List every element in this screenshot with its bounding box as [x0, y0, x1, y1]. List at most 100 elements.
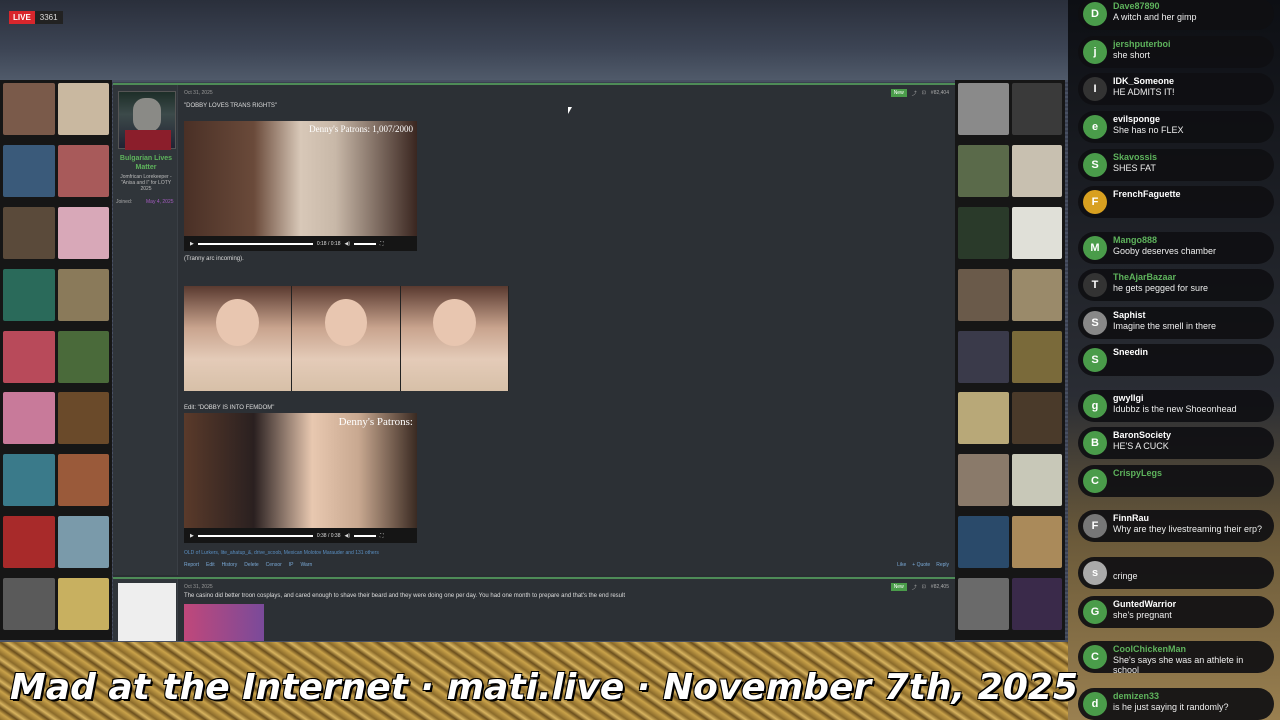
- chat-message: F FinnRau Why are they livestreaming their…: [1078, 510, 1274, 542]
- stream-top-bar: LIVE 3361: [0, 0, 1070, 80]
- post-reply-actions: Like + Quote Reply: [897, 562, 949, 568]
- post-number[interactable]: #82,404: [931, 90, 949, 96]
- volume-icon[interactable]: ◀): [345, 241, 351, 247]
- censor-link[interactable]: Censor: [266, 562, 282, 568]
- video-overlay-text: Denny's Patrons:: [338, 416, 413, 428]
- chat-username[interactable]: Skavossis: [1113, 152, 1157, 162]
- avatar[interactable]: [118, 91, 176, 150]
- chat-avatar[interactable]: C: [1083, 645, 1107, 669]
- play-icon[interactable]: ▶: [190, 533, 194, 539]
- chat-avatar[interactable]: F: [1083, 514, 1107, 538]
- reactions-summary[interactable]: OLD of Lurkers, lite_ahatup_&, drive_sco…: [184, 550, 379, 556]
- chat-message: C CrispyLegs: [1078, 465, 1274, 497]
- chat-avatar[interactable]: g: [1083, 394, 1107, 418]
- chat-username[interactable]: evilsponge: [1113, 114, 1160, 124]
- chat-username[interactable]: FrenchFaguette: [1113, 189, 1181, 199]
- video-controls: ▶ 0:18 / 0:18 ◀) ⛶: [184, 236, 417, 251]
- chat-username[interactable]: BaronSociety: [1113, 430, 1171, 440]
- report-link[interactable]: Report: [184, 562, 199, 568]
- edit-link[interactable]: Edit: [206, 562, 215, 568]
- banner-text: Mad at the Internet · mati.live · Novemb…: [10, 667, 1078, 708]
- bookmark-icon[interactable]: ⊡: [922, 90, 926, 96]
- video-progress-bar[interactable]: [197, 534, 313, 537]
- chat-message: e evilsponge She has no FLEX: [1078, 111, 1274, 143]
- chat-username[interactable]: Sneedin: [1113, 347, 1148, 357]
- chat-avatar[interactable]: M: [1083, 236, 1107, 260]
- live-label: LIVE: [9, 11, 35, 24]
- chat-avatar[interactable]: e: [1083, 115, 1107, 139]
- chat-avatar[interactable]: G: [1083, 600, 1107, 624]
- chat-username[interactable]: gwyllgi: [1113, 393, 1144, 403]
- avatar[interactable]: [118, 583, 176, 641]
- video-time: 0:38 / 0:38: [316, 532, 341, 539]
- chat-message: s cringe: [1078, 557, 1274, 589]
- chat-message-text: She has no FLEX: [1113, 125, 1184, 135]
- delete-link[interactable]: Delete: [244, 562, 258, 568]
- video-player-2[interactable]: Denny's Patrons: ▶ 0:38 / 0:38 ◀) ⛶: [184, 413, 417, 543]
- video-overlay-text: Denny's Patrons: 1,007/2000: [309, 124, 413, 134]
- bookmark-icon[interactable]: ⊡: [922, 584, 926, 590]
- chat-avatar[interactable]: D: [1083, 2, 1107, 26]
- chat-username[interactable]: IDK_Someone: [1113, 76, 1174, 86]
- quote-button[interactable]: + Quote: [912, 562, 930, 568]
- share-icon[interactable]: ⤴: [912, 90, 917, 97]
- chat-username[interactable]: TheAjarBazaar: [1113, 272, 1176, 282]
- image-strip[interactable]: [184, 286, 509, 391]
- warn-link[interactable]: Warn: [301, 562, 313, 568]
- chat-message-text: Gooby deserves chamber: [1113, 246, 1217, 256]
- chat-username[interactable]: GuntedWarrior: [1113, 599, 1176, 609]
- left-artwork-collage: [0, 80, 112, 640]
- chat-message: S Sneedin: [1078, 344, 1274, 376]
- chat-message-text: Imagine the smell in there: [1113, 321, 1217, 331]
- video-player-1[interactable]: Denny's Patrons: 1,007/2000 ▶ 0:18 / 0:1…: [184, 121, 417, 251]
- chat-username[interactable]: jershputerboi: [1113, 39, 1171, 49]
- joined-date: May 4, 2025: [146, 199, 174, 205]
- share-icon[interactable]: ⤴: [912, 584, 917, 591]
- post-user-box: Bulgarian Lives Matter Jomfrican Lorekee…: [113, 85, 178, 575]
- chat-username[interactable]: demizen33: [1113, 691, 1159, 701]
- chat-avatar[interactable]: T: [1083, 273, 1107, 297]
- chat-username[interactable]: Dave87890: [1113, 1, 1160, 11]
- chat-avatar[interactable]: I: [1083, 77, 1107, 101]
- chat-username[interactable]: CoolChickenMan: [1113, 644, 1186, 654]
- post-quote: "DOBBY LOVES TRANS RIGHTS": [184, 103, 278, 109]
- username[interactable]: Bulgarian Lives Matter: [115, 154, 177, 172]
- post-actions: New ⤴ ⊡ #82,404: [890, 89, 949, 97]
- post-date[interactable]: Oct 31, 2025: [184, 90, 213, 96]
- volume-slider[interactable]: [354, 242, 377, 245]
- post-date[interactable]: Oct 31, 2025: [184, 584, 213, 590]
- chat-avatar[interactable]: d: [1083, 692, 1107, 716]
- chat-avatar[interactable]: B: [1083, 431, 1107, 455]
- fullscreen-icon[interactable]: ⛶: [380, 533, 384, 539]
- volume-slider[interactable]: [354, 534, 377, 537]
- fullscreen-icon[interactable]: ⛶: [380, 241, 384, 247]
- post-image-thumbnail[interactable]: [184, 604, 264, 641]
- mouse-cursor-icon: [568, 107, 572, 114]
- chat-username[interactable]: Mango888: [1113, 235, 1157, 245]
- chat-message-text: is he just saying it randomly?: [1113, 702, 1229, 712]
- like-button[interactable]: Like: [897, 562, 906, 568]
- chat-avatar[interactable]: S: [1083, 311, 1107, 335]
- video-progress-bar[interactable]: [197, 242, 313, 245]
- ip-link[interactable]: IP: [289, 562, 294, 568]
- chat-avatar[interactable]: j: [1083, 40, 1107, 64]
- history-link[interactable]: History: [222, 562, 238, 568]
- chat-avatar[interactable]: C: [1083, 469, 1107, 493]
- chat-avatar[interactable]: F: [1083, 190, 1107, 214]
- chat-avatar[interactable]: S: [1083, 348, 1107, 372]
- chat-avatar[interactable]: s: [1083, 561, 1107, 585]
- post-number[interactable]: #82,405: [931, 584, 949, 590]
- chat-message-text: She's says she was an athlete in school: [1113, 655, 1244, 675]
- reply-button[interactable]: Reply: [936, 562, 949, 568]
- chat-username[interactable]: FinnRau: [1113, 513, 1149, 523]
- volume-icon[interactable]: ◀): [345, 533, 351, 539]
- chat-username[interactable]: Saphist: [1113, 310, 1146, 320]
- chat-avatar[interactable]: S: [1083, 153, 1107, 177]
- live-chat-panel: D Dave87890 A witch and her gimp j jershpute…: [1068, 0, 1280, 720]
- play-icon[interactable]: ▶: [190, 241, 194, 247]
- chat-message: T TheAjarBazaar he gets pegged for sure: [1078, 269, 1274, 301]
- chat-message-text: A witch and her gimp: [1113, 12, 1197, 22]
- chat-message: S Saphist Imagine the smell in there: [1078, 307, 1274, 339]
- chat-username[interactable]: CrispyLegs: [1113, 468, 1162, 478]
- chat-message: B BaronSociety HE'S A CUCK: [1078, 427, 1274, 459]
